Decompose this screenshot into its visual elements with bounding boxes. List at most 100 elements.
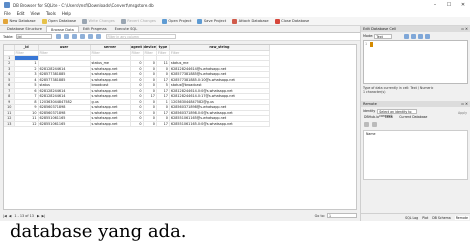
goto-label: Go to:	[314, 213, 325, 218]
set-null-icon[interactable]	[425, 33, 431, 39]
table-select[interactable]: jid	[15, 34, 52, 39]
menu-tools[interactable]: Tools	[46, 11, 56, 16]
mode-label: Mode:	[363, 34, 374, 38]
first-record-button[interactable]: |◀	[3, 214, 7, 218]
next-record-button[interactable]: ▶	[37, 214, 40, 218]
menu-file[interactable]: File	[4, 11, 11, 16]
remote-tab-local[interactable]: Local	[385, 115, 393, 119]
cell-editor[interactable]: 1	[363, 40, 468, 84]
record-count: 1 - 13 of 13	[14, 213, 34, 218]
close-button[interactable]: ✕	[456, 2, 470, 8]
menu-view[interactable]: View	[30, 11, 40, 16]
identity-select[interactable]: Select an identity to connect	[377, 108, 418, 118]
close-database-icon	[274, 18, 280, 24]
open-project-icon	[161, 18, 167, 24]
app-icon	[4, 2, 10, 8]
write-changes-label: Write Changes	[88, 19, 115, 23]
open-database-label: Open Database	[48, 19, 77, 23]
apply-button[interactable]: Apply	[458, 111, 467, 115]
remote-title: Remote	[363, 102, 377, 106]
table-label: Table:	[3, 34, 14, 39]
title-bar: DB Browser for SQLite - C:\Users\msf\Dow…	[0, 0, 470, 10]
filter-any-column-input[interactable]: Filter in any column	[105, 34, 176, 39]
tab-sql-log[interactable]: SQL Log	[405, 216, 418, 220]
main-tabs: Database Structure Browse Data Edit Pragma…	[0, 26, 360, 33]
goto-input[interactable]: 1	[327, 213, 357, 218]
remote-tab-current[interactable]: Current Database	[399, 115, 427, 119]
tab-plot[interactable]: Plot	[422, 216, 428, 220]
save-project-icon	[197, 18, 203, 24]
close-database-button[interactable]: Close Database	[274, 18, 309, 24]
open-database-button[interactable]: Open Database	[41, 18, 77, 24]
menu-bar: File Edit View Tools Help	[0, 10, 470, 17]
print-icon[interactable]	[79, 34, 85, 39]
open-project-button[interactable]: Open Project	[161, 18, 192, 24]
tab-browse-data[interactable]: Browse Data	[46, 26, 79, 32]
save-filter-icon[interactable]	[71, 34, 77, 39]
auto-format-icon[interactable]	[404, 33, 410, 39]
tab-edit-pragmas[interactable]: Edit Pragmas	[79, 26, 111, 32]
menu-help[interactable]: Help	[62, 11, 71, 16]
remote-list-header: Name	[366, 132, 376, 136]
maximize-button[interactable]: ☐	[442, 2, 456, 8]
remote-list[interactable]: Name	[363, 130, 468, 180]
mode-select[interactable]: Text	[374, 33, 393, 39]
remote-tab-dbhub[interactable]: DBHub.io	[364, 115, 379, 119]
tab-db-schema[interactable]: DB Schema	[432, 216, 450, 220]
app-window: DB Browser for SQLite - C:\Users\msf\Dow…	[0, 0, 470, 221]
save-project-label: Save Project	[203, 19, 227, 23]
refresh-icon[interactable]	[55, 34, 61, 39]
row-number[interactable]: 13	[4, 121, 15, 127]
table-cell-id[interactable]: 12	[14, 121, 39, 127]
table-cell-device[interactable]: 0	[143, 121, 157, 127]
record-navigation: |◀ ◀ 1 - 13 of 13 ▶ ▶| Go to: 1	[3, 212, 357, 219]
tab-remote[interactable]: Remote	[454, 215, 469, 220]
attach-database-icon	[232, 18, 238, 24]
new-database-label: New Database	[9, 19, 36, 23]
revert-changes-button[interactable]: Revert Changes	[120, 18, 156, 24]
last-record-button[interactable]: ▶|	[42, 214, 46, 218]
text-cursor	[370, 42, 373, 47]
cell-size-text: 1 character(s)	[363, 90, 386, 94]
caption-text: database yang ada.	[0, 221, 470, 249]
cell-type-info: Type of data currently in cell: Text / N…	[361, 84, 470, 96]
main-area: Database Structure Browse Data Edit Pragma…	[0, 26, 360, 221]
attach-database-button[interactable]: Attach Database	[232, 18, 269, 24]
write-changes-button[interactable]: Write Changes	[82, 18, 115, 24]
new-database-icon	[3, 18, 8, 24]
side-panels: Edit Database Cell ▫ ✕ Mode: Text 1 Type…	[360, 26, 470, 221]
table-cell-agent[interactable]: 0	[130, 121, 144, 127]
remote-refresh-icon[interactable]	[364, 122, 369, 127]
identity-label: Identity	[363, 109, 376, 113]
edit-mode-row: Mode: Text	[361, 32, 470, 40]
data-grid[interactable]: _id user server agent device type raw_string Fi…	[3, 44, 357, 210]
attach-database-label: Attach Database	[238, 19, 269, 23]
remote-float-close-icon[interactable]: ▫ ✕	[461, 101, 468, 107]
table-cell-raw-string[interactable]: 628551061165.0:0@s.whatsapp.net	[169, 121, 270, 127]
import-icon[interactable]	[411, 33, 417, 39]
open-project-label: Open Project	[168, 19, 192, 23]
revert-changes-label: Revert Changes	[127, 19, 156, 23]
table-cell-user[interactable]: 628551061165	[38, 121, 91, 127]
write-changes-icon	[82, 18, 88, 24]
menu-edit[interactable]: Edit	[17, 11, 25, 16]
export-icon[interactable]	[418, 33, 424, 39]
prev-record-button[interactable]: ◀	[9, 214, 12, 218]
remote-clone-icon[interactable]	[372, 122, 377, 127]
new-database-button[interactable]: New Database	[3, 18, 36, 24]
revert-changes-icon	[120, 18, 126, 24]
tab-execute-sql[interactable]: Execute SQL	[111, 26, 142, 32]
clear-filters-icon[interactable]	[63, 34, 69, 39]
open-database-icon	[41, 18, 47, 24]
save-project-button[interactable]: Save Project	[197, 18, 227, 24]
insert-record-icon[interactable]	[87, 34, 93, 39]
tab-database-structure[interactable]: Database Structure	[3, 26, 46, 32]
table-cell-type[interactable]: 17	[156, 121, 170, 127]
minimize-button[interactable]: –	[428, 2, 442, 8]
panel-float-close-icon[interactable]: ▫ ✕	[461, 26, 468, 32]
table-cell-server[interactable]: s.whatsapp.net	[90, 121, 131, 127]
delete-record-icon[interactable]	[95, 34, 101, 39]
table-filter-bar: Table: jid Filter in any column	[0, 33, 360, 41]
data-table: _id user server agent device type raw_string Fi…	[4, 45, 270, 127]
table-row[interactable]: 13 12 628551061165 s.whatsapp.net 0 0 17 628551…	[4, 121, 270, 127]
